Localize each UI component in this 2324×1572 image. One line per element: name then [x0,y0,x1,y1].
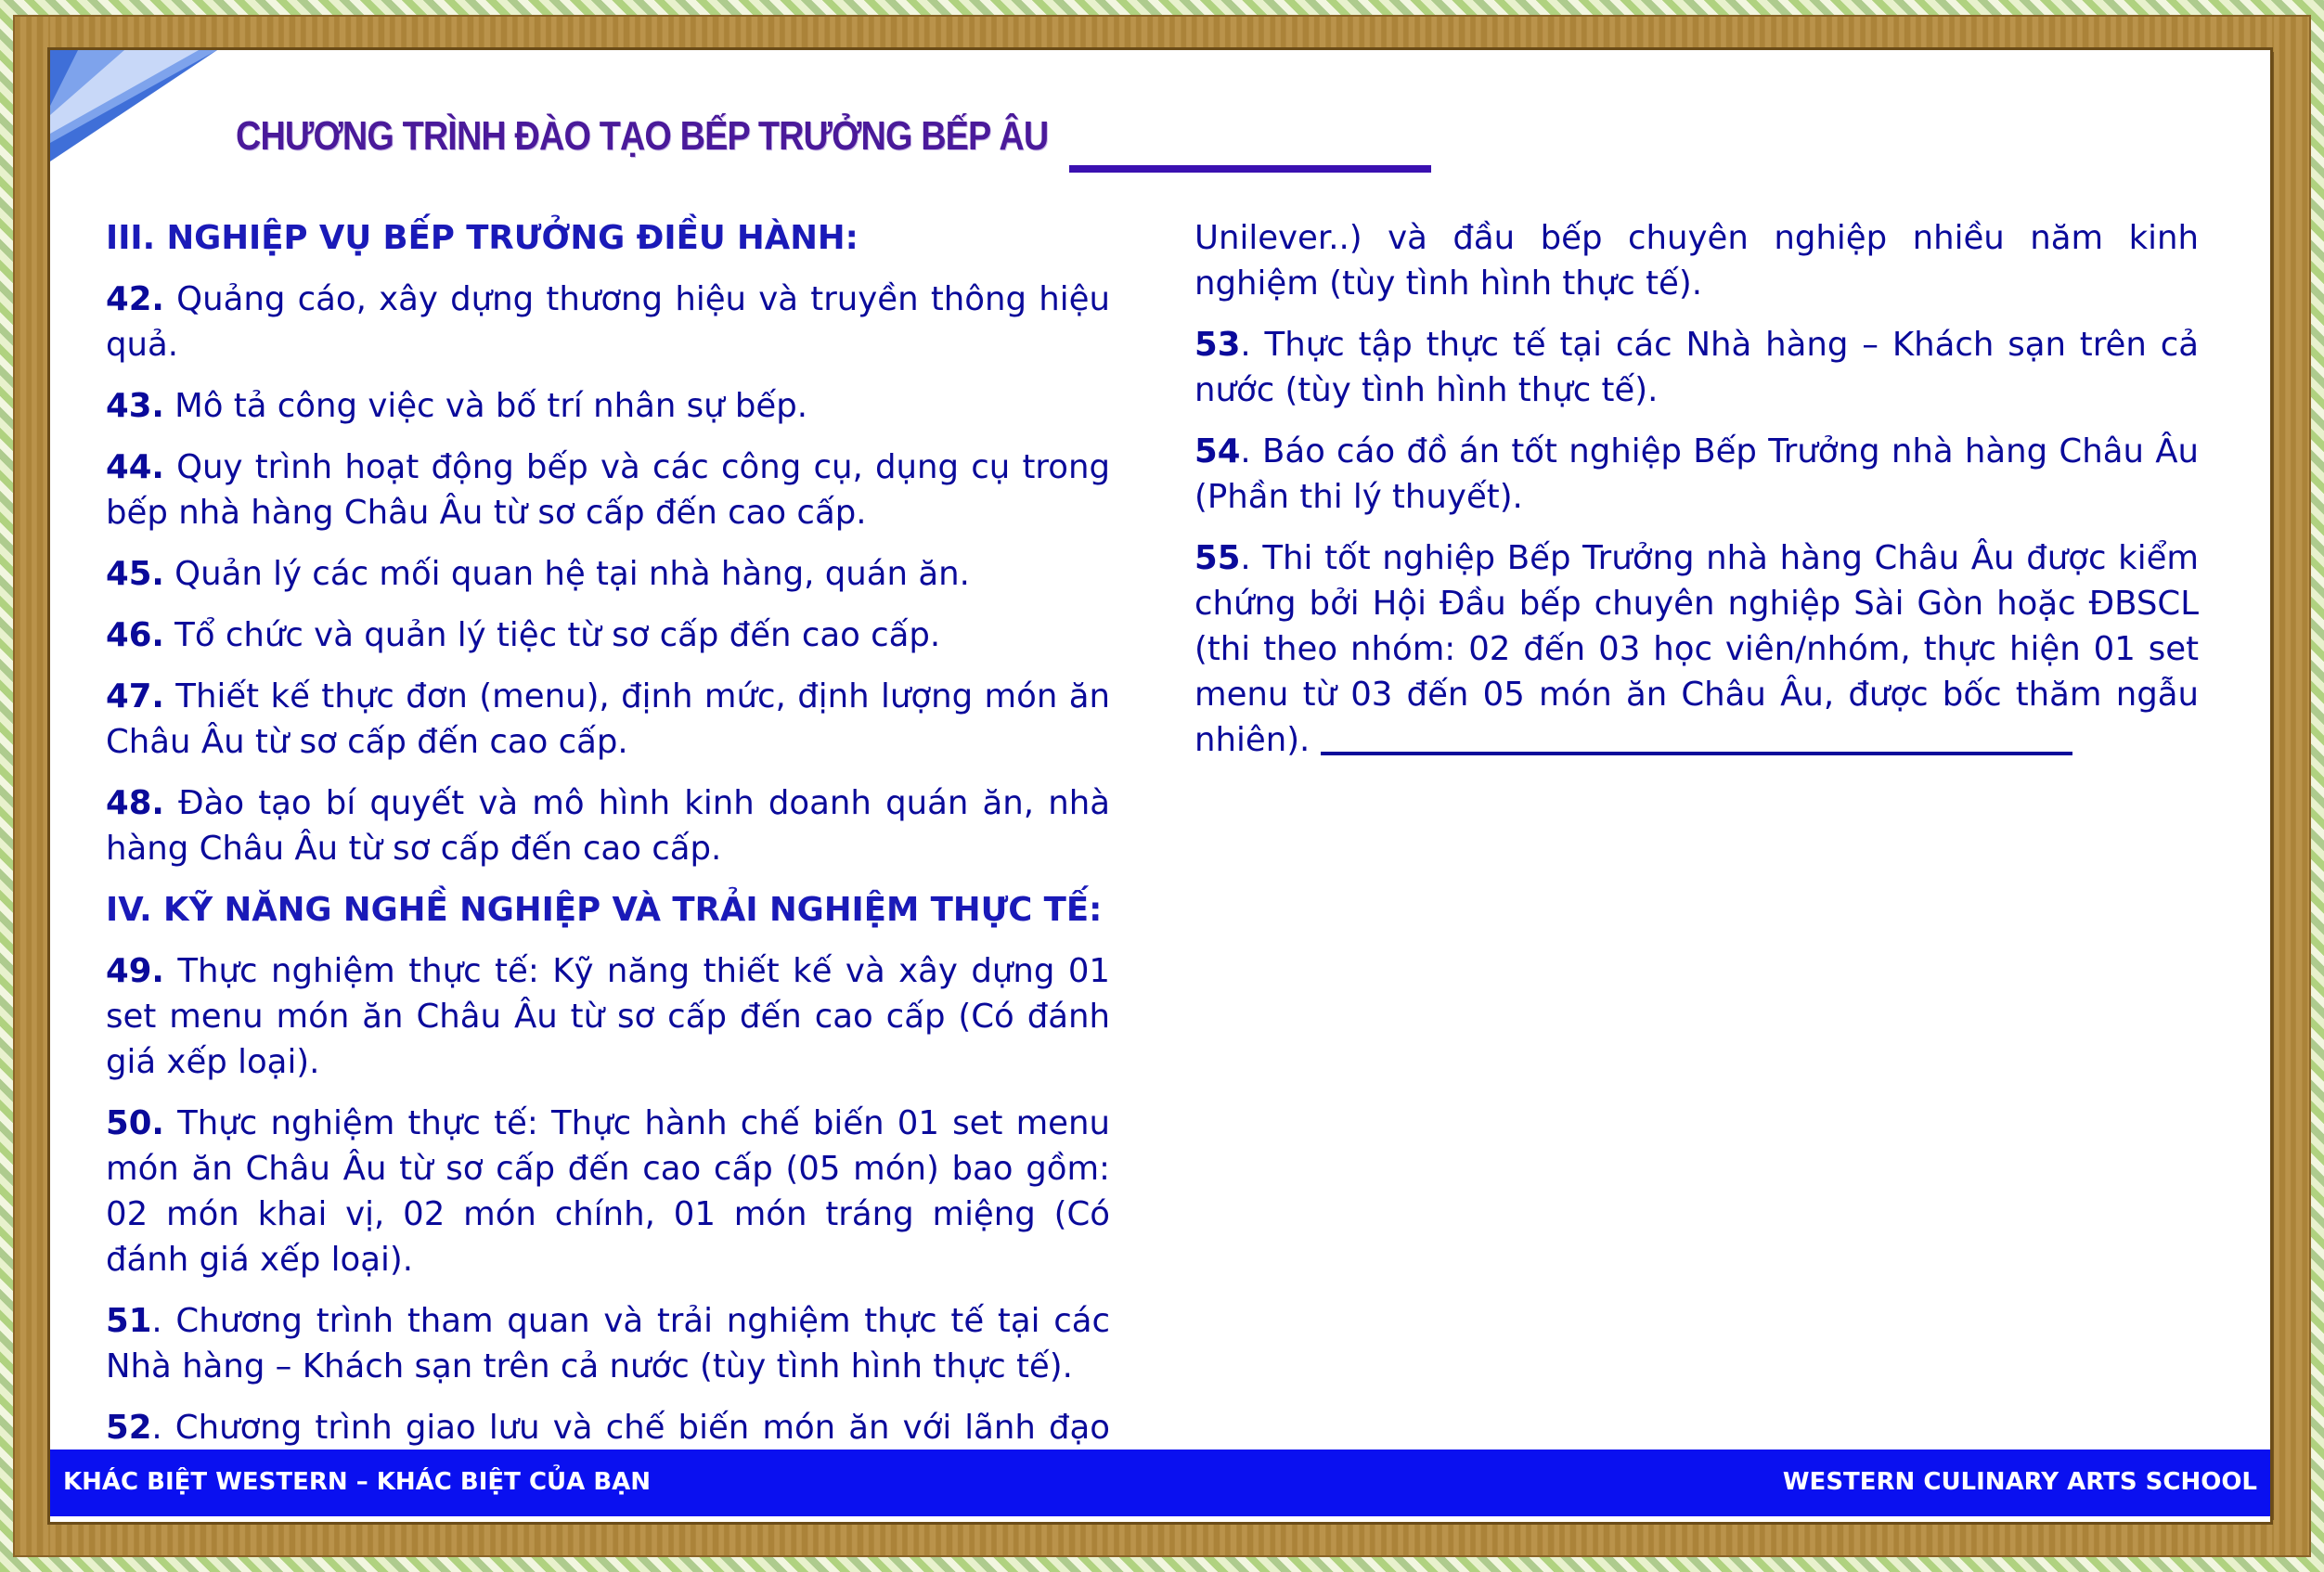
section-heading: III. NGHIỆP VỤ BẾP TRƯỞNG ĐIỀU HÀNH: [106,219,859,257]
item-number: 43. [106,387,164,425]
item-text: . Thi tốt nghiệp Bếp Trưởng nhà hàng Châ… [1194,539,2199,759]
list-item: 45. Quản lý các mối quan hệ tại nhà hàng… [106,551,1110,597]
left-column: III. NGHIỆP VỤ BẾP TRƯỞNG ĐIỀU HÀNH: 42.… [106,215,1110,1512]
list-item: 53. Thực tập thực tế tại các Nhà hàng – … [1194,322,2199,413]
page-title: CHƯƠNG TRÌNH ĐÀO TẠO BẾP TRƯỞNG BẾP ÂU [236,113,1049,159]
list-item: 48. Đào tạo bí quyết và mô hình kinh doa… [106,780,1110,871]
list-item: 44. Quy trình hoạt động bếp và các công … [106,445,1110,535]
item-number: 44. [106,448,164,486]
item-number: 50. [106,1104,164,1142]
list-item: 50. Thực nghiệm thực tế: Thực hành chế b… [106,1101,1110,1282]
item-text: Thiết kế thực đơn (menu), định mức, định… [106,677,1110,761]
footer-school-name: WESTERN CULINARY ARTS SCHOOL [1782,1468,2257,1496]
item-number: 54 [1194,432,1241,470]
item-number: 49. [106,952,164,990]
item-text: Thực nghiệm thực tế: Thực hành chế biến … [106,1104,1110,1279]
corner-ribbon-icon [50,50,217,161]
list-item: 55. Thi tốt nghiệp Bếp Trưởng nhà hàng C… [1194,535,2199,763]
list-item: 42. Quảng cáo, xây dựng thương hiệu và t… [106,277,1110,367]
item-text: Quảng cáo, xây dựng thương hiệu và truyề… [106,280,1110,364]
list-item: 54. Báo cáo đồ án tốt nghiệp Bếp Trưởng … [1194,429,2199,520]
list-item: 46. Tổ chức và quản lý tiệc từ sơ cấp đế… [106,612,1110,658]
item-number: 46. [106,616,164,654]
item-number: 53 [1194,326,1241,364]
title-underline [1069,165,1431,173]
list-item: 51. Chương trình tham quan và trải nghiệ… [106,1298,1110,1389]
item-text: Thực nghiệm thực tế: Kỹ năng thiết kế và… [106,952,1110,1081]
item-number: 45. [106,555,164,593]
item-number: 55 [1194,539,1241,577]
list-item: 43. Mô tả công việc và bố trí nhân sự bế… [106,383,1110,429]
item-text: Mô tả công việc và bố trí nhân sự bếp. [163,387,808,425]
slide-page: CHƯƠNG TRÌNH ĐÀO TẠO BẾP TRƯỞNG BẾP ÂU I… [50,50,2270,1522]
item-text: . Báo cáo đồ án tốt nghiệp Bếp Trưởng nh… [1194,432,2199,516]
item-text: Tổ chức và quản lý tiệc từ sơ cấp đến ca… [163,616,941,654]
item-number: 48. [106,784,164,822]
footer-slogan: KHÁC BIỆT WESTERN – KHÁC BIỆT CỦA BẠN [63,1468,652,1496]
right-column: Unilever..) và đầu bếp chuyên nghiệp nhi… [1194,215,2199,779]
item-number: 42. [106,280,164,318]
item-text: . Chương trình tham quan và trải nghiệm … [106,1302,1110,1385]
continuation-text: Unilever..) và đầu bếp chuyên nghiệp nhi… [1194,219,2199,303]
item-number: 47. [106,677,164,715]
item-text: Đào tạo bí quyết và mô hình kinh doanh q… [106,784,1110,868]
list-item: 47. Thiết kế thực đơn (menu), định mức, … [106,674,1110,765]
item-text: Quy trình hoạt động bếp và các công cụ, … [106,448,1110,532]
item-number: 51 [106,1302,152,1340]
item-text: Quản lý các mối quan hệ tại nhà hàng, qu… [163,555,970,593]
footer-bar: KHÁC BIỆT WESTERN – KHÁC BIỆT CỦA BẠN WE… [50,1450,2270,1516]
section-heading: IV. KỸ NĂNG NGHỀ NGHIỆP VÀ TRẢI NGHIỆM T… [106,891,1103,929]
list-item: 49. Thực nghiệm thực tế: Kỹ năng thiết k… [106,948,1110,1085]
item-text: . Thực tập thực tế tại các Nhà hàng – Kh… [1194,326,2199,409]
end-divider [1321,752,2072,755]
item-number: 52 [106,1409,152,1447]
